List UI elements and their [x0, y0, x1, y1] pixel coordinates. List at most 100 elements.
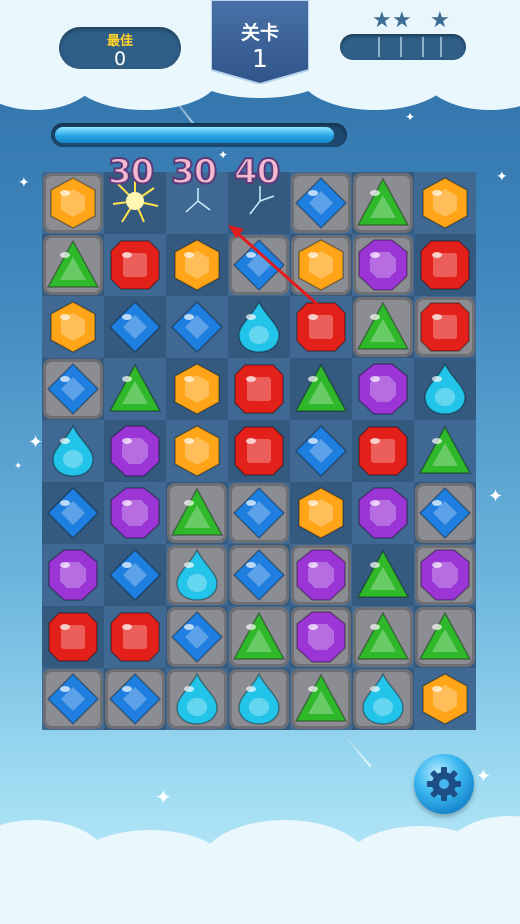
board-cell[interactable] [290, 482, 352, 544]
green-triangle-gem-icon [356, 611, 410, 660]
board-cell[interactable] [290, 172, 352, 234]
board-cell[interactable] [228, 234, 290, 296]
purple-octagon-gem-icon [110, 425, 160, 477]
board-cell[interactable] [42, 420, 104, 482]
board-cell[interactable] [104, 358, 166, 420]
blue-diamond-gem-icon [170, 300, 224, 354]
star-icon: ★ [372, 8, 392, 33]
board-cell[interactable] [42, 668, 104, 730]
board-cell[interactable] [414, 358, 476, 420]
board-cell[interactable] [352, 482, 414, 544]
board-cell[interactable] [166, 606, 228, 668]
board-cell[interactable] [352, 234, 414, 296]
star-divider [378, 37, 380, 57]
board-cell[interactable] [414, 420, 476, 482]
board-cell[interactable] [414, 482, 476, 544]
board-cell[interactable] [104, 420, 166, 482]
board-cell[interactable] [104, 482, 166, 544]
board-cell[interactable] [166, 482, 228, 544]
board-cell[interactable] [290, 420, 352, 482]
board-cell[interactable] [166, 358, 228, 420]
board-cell[interactable] [290, 606, 352, 668]
board-cell[interactable] [42, 606, 104, 668]
red-square-gem-icon [234, 364, 284, 414]
cyan-drop-gem-icon [52, 424, 94, 477]
board-cell[interactable] [228, 420, 290, 482]
light-streak [344, 735, 372, 768]
orange-hex-gem-icon [50, 301, 96, 353]
green-triangle-gem-icon [418, 611, 472, 660]
green-triangle-gem-icon [108, 363, 162, 412]
board-cell[interactable] [42, 296, 104, 358]
sparkle-icon: ✦ [496, 169, 508, 185]
star-divider [422, 37, 424, 57]
sparkle-icon: ✦ [405, 110, 416, 124]
board-cell[interactable] [352, 172, 414, 234]
blue-diamond-gem-icon [418, 486, 472, 540]
level-progress-bar [51, 123, 347, 147]
board-cell[interactable] [42, 172, 104, 234]
board-cell[interactable] [352, 668, 414, 730]
green-triangle-gem-icon [356, 177, 410, 226]
board-cell[interactable] [290, 544, 352, 606]
cyan-drop-gem-icon [362, 672, 404, 725]
board-cell[interactable] [228, 358, 290, 420]
purple-octagon-gem-icon [420, 549, 470, 601]
board-cell[interactable] [166, 296, 228, 358]
star-divider [440, 37, 442, 57]
gear-icon [427, 767, 461, 801]
board-cell[interactable] [104, 606, 166, 668]
board-cell[interactable] [104, 234, 166, 296]
board-cell[interactable] [352, 296, 414, 358]
board-cell[interactable] [104, 296, 166, 358]
settings-button[interactable] [414, 754, 474, 814]
board-cell[interactable] [42, 358, 104, 420]
sparkle-icon: ✦ [488, 486, 504, 507]
board-cell[interactable] [228, 668, 290, 730]
board-cell[interactable] [414, 606, 476, 668]
best-score-value: 0 [113, 48, 127, 70]
board-cell[interactable] [42, 544, 104, 606]
board-cell[interactable] [352, 420, 414, 482]
blue-diamond-gem-icon [46, 362, 100, 416]
board-cell[interactable] [42, 482, 104, 544]
board-cell[interactable] [352, 606, 414, 668]
board-cell[interactable] [290, 358, 352, 420]
board-cell[interactable] [228, 296, 290, 358]
board-cell[interactable] [104, 544, 166, 606]
board-cell[interactable] [352, 358, 414, 420]
board-cell[interactable] [414, 544, 476, 606]
board-cell[interactable] [166, 668, 228, 730]
green-triangle-gem-icon [232, 611, 286, 660]
board-cell[interactable] [352, 544, 414, 606]
board-cell[interactable] [414, 296, 476, 358]
board-cell[interactable] [228, 606, 290, 668]
board-cell[interactable] [414, 234, 476, 296]
board-cell[interactable] [166, 420, 228, 482]
board-cell[interactable] [414, 668, 476, 730]
board-cell[interactable] [414, 172, 476, 234]
board-cell[interactable] [104, 668, 166, 730]
red-square-gem-icon [420, 302, 470, 352]
green-triangle-gem-icon [418, 425, 472, 474]
red-square-gem-icon [234, 426, 284, 476]
board-cell[interactable] [228, 544, 290, 606]
cyan-drop-gem-icon [238, 300, 280, 353]
board-cell[interactable] [290, 668, 352, 730]
board-cell[interactable] [166, 234, 228, 296]
board-cell[interactable] [290, 234, 352, 296]
board-cell[interactable] [42, 234, 104, 296]
board-cell[interactable] [166, 544, 228, 606]
star-divider [400, 37, 402, 57]
floating-score: 30 [107, 151, 155, 193]
board-cell[interactable] [228, 482, 290, 544]
green-triangle-gem-icon [294, 673, 348, 722]
orange-hex-gem-icon [174, 425, 220, 477]
floating-score: 30 [170, 151, 218, 193]
orange-hex-gem-icon [422, 177, 468, 229]
star-icon: ★ [392, 8, 412, 33]
sparkle-icon: ✦ [155, 785, 172, 809]
red-square-gem-icon [110, 240, 160, 290]
sparkle-icon: ✦ [218, 148, 229, 162]
board-cell[interactable] [290, 296, 352, 358]
